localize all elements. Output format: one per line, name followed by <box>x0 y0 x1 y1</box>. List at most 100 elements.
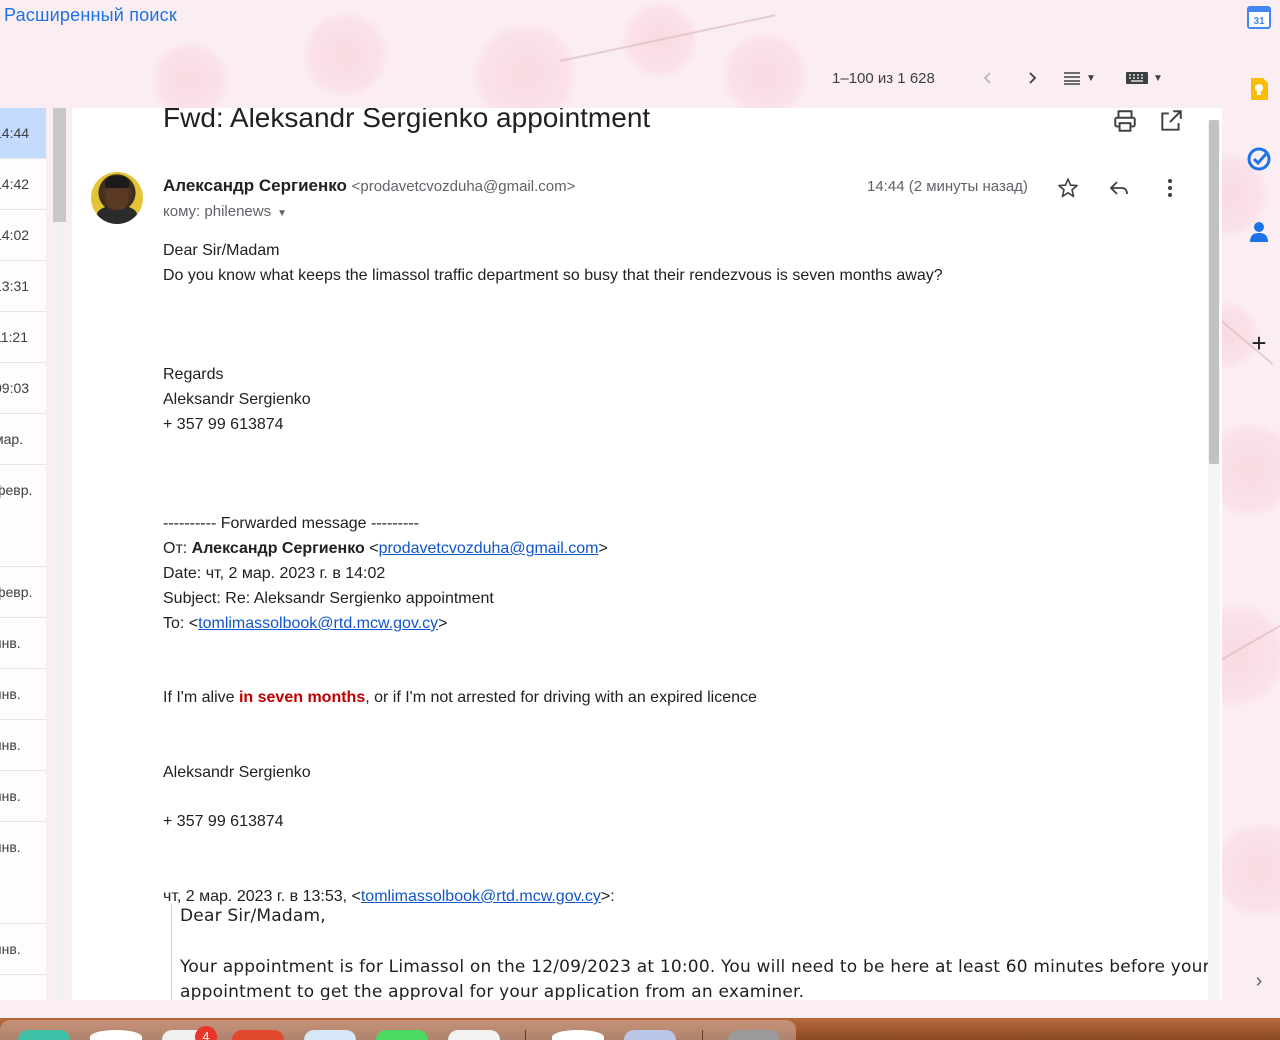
density-icon <box>1064 72 1081 85</box>
quote-intro-email-link[interactable]: tomlimassolbook@rtd.mcw.gov.cy <box>361 888 601 905</box>
chevron-right-icon[interactable]: › <box>1246 970 1272 996</box>
newer-button[interactable] <box>966 62 1010 94</box>
list-item-time: 11:21 <box>0 329 28 345</box>
forwarded-subject: Subject: Re: Aleksandr Sergienko appoint… <box>163 590 494 607</box>
list-item-time: мар. <box>0 431 24 447</box>
to-label: To: < <box>163 615 199 632</box>
list-item[interactable]: янв. <box>0 924 46 975</box>
message-view: Fwd: Aleksandr Sergienko appointment Але… <box>72 108 1222 1000</box>
from-bracket-open: < <box>364 540 379 557</box>
pagination-toolbar: 1–100 из 1 628 ▼ ▼ <box>820 62 1190 94</box>
list-item[interactable]: янв. <box>0 720 46 771</box>
dock-app[interactable] <box>304 1030 356 1040</box>
dock-app[interactable] <box>376 1030 428 1040</box>
list-item-time: янв. <box>0 839 21 855</box>
message-time: 14:44 (2 минуты назад) <box>867 178 1028 195</box>
tasks-icon[interactable] <box>1246 146 1272 172</box>
list-scrollbar[interactable] <box>53 108 66 1000</box>
calendar-icon[interactable]: 31 <box>1246 4 1272 30</box>
list-scrollbar-thumb[interactable] <box>53 108 66 222</box>
list-item-time: февр. <box>0 584 33 600</box>
message-count: 1–100 из 1 628 <box>832 69 935 87</box>
list-item[interactable]: янв. <box>0 618 46 669</box>
list-item[interactable]: февр. <box>0 465 46 567</box>
forwarded-header: ---------- Forwarded message --------- <box>163 515 419 532</box>
list-item[interactable]: февр. <box>0 567 46 618</box>
recipient-details[interactable]: кому: philenews ▼ <box>163 203 287 220</box>
list-item[interactable]: янв. <box>0 669 46 720</box>
caret-down-icon: ▼ <box>1086 72 1096 84</box>
keyboard-icon <box>1126 72 1149 84</box>
alive-pre: If I'm alive <box>163 689 239 706</box>
list-item[interactable]: янв. <box>0 771 46 822</box>
dock-separator <box>525 1030 526 1040</box>
sender-avatar[interactable] <box>91 172 143 224</box>
quote-line-1: Your appointment is for Limassol on the … <box>180 957 1210 977</box>
quoted-message: Dear Sir/Madam, Your appointment is for … <box>171 904 1210 1000</box>
body-greeting: Dear Sir/Madam <box>163 242 280 259</box>
list-item-time: 14:42 <box>0 176 30 192</box>
to-email-link[interactable]: tomlimassolbook@rtd.mcw.gov.cy <box>198 615 438 632</box>
reply-icon[interactable] <box>1107 176 1131 200</box>
list-item[interactable]: мар. <box>0 414 46 465</box>
dock-app[interactable] <box>728 1030 780 1040</box>
list-item-time: 14:44 <box>0 125 30 141</box>
caret-down-icon[interactable]: ▼ <box>277 208 287 219</box>
signature-name: Aleksandr Sergienko <box>163 391 311 408</box>
list-item[interactable]: 14:02 <box>0 210 46 261</box>
svg-text:31: 31 <box>1253 16 1265 27</box>
from-email-link[interactable]: prodavetcvozduha@gmail.com <box>379 540 599 557</box>
list-item[interactable]: 13:31 <box>0 261 46 312</box>
list-item[interactable]: янв. <box>0 822 46 924</box>
from-name: Александр Сергиенко <box>191 540 365 557</box>
dock-app[interactable] <box>232 1030 284 1040</box>
more-vert-icon[interactable] <box>1158 176 1182 200</box>
signature2-name: Aleksandr Sergienko <box>163 764 311 781</box>
forwarded-to: To: <tomlimassolbook@rtd.mcw.gov.cy> <box>163 611 448 636</box>
density-button[interactable]: ▼ <box>1054 62 1104 94</box>
keep-icon[interactable] <box>1246 76 1272 102</box>
caret-down-icon: ▼ <box>1153 72 1163 84</box>
to-bracket-close: > <box>438 615 448 632</box>
quote-greeting: Dear Sir/Madam, <box>180 906 326 926</box>
dock-app[interactable] <box>448 1030 500 1040</box>
list-item[interactable]: 11:21 <box>0 312 46 363</box>
quote-line-2: appointment to get the approval for your… <box>180 982 805 1000</box>
add-icon[interactable]: + <box>1246 330 1272 356</box>
list-item[interactable]: 14:42 <box>0 159 46 210</box>
dock-app[interactable] <box>624 1030 676 1040</box>
message-list-strip: 14:44 14:42 14:02 13:31 11:21 09:03 мар.… <box>0 108 46 1000</box>
quote-intro-pre: чт, 2 мар. 2023 г. в 13:53, < <box>163 888 361 905</box>
contacts-icon[interactable] <box>1246 218 1272 244</box>
chevron-right-icon <box>1029 72 1037 84</box>
alive-line: If I'm alive in seven months, or if I'm … <box>163 685 757 710</box>
dock-app[interactable] <box>90 1030 142 1040</box>
open-in-new-icon[interactable] <box>1158 108 1184 134</box>
body-question: Do you know what keeps the limassol traf… <box>163 267 943 284</box>
recipient-label: кому: philenews <box>163 203 272 220</box>
input-tools-button[interactable]: ▼ <box>1114 62 1174 94</box>
list-item-time: 13:31 <box>0 278 30 294</box>
dock-app[interactable] <box>18 1030 70 1040</box>
message-subject: Fwd: Aleksandr Sergienko appointment <box>163 108 651 133</box>
message-scrollbar[interactable] <box>1208 120 1220 1000</box>
older-button[interactable] <box>1010 62 1054 94</box>
alive-highlight: in seven months <box>238 689 366 706</box>
signature-phone: + 357 99 613874 <box>163 416 284 433</box>
star-icon[interactable] <box>1056 176 1080 200</box>
dock-app[interactable] <box>552 1030 604 1040</box>
advanced-search-link[interactable]: Расширенный поиск <box>4 5 177 26</box>
list-item-time: янв. <box>0 686 21 702</box>
list-item-time: 14:02 <box>0 227 30 243</box>
signature2-phone: + 357 99 613874 <box>163 813 284 830</box>
side-panel: 31 + › <box>1238 0 1280 1000</box>
dock: 4 <box>0 1018 1280 1040</box>
sender-name[interactable]: Александр Сергиенко <box>163 176 347 195</box>
print-icon[interactable] <box>1112 108 1138 134</box>
list-item-time: февр. <box>0 482 33 498</box>
forwarded-date: Date: чт, 2 мар. 2023 г. в 14:02 <box>163 565 386 582</box>
body-regards: Regards <box>163 366 224 383</box>
list-item[interactable]: 09:03 <box>0 363 46 414</box>
list-item[interactable]: 14:44 <box>0 108 46 159</box>
message-scrollbar-thumb[interactable] <box>1209 120 1219 464</box>
